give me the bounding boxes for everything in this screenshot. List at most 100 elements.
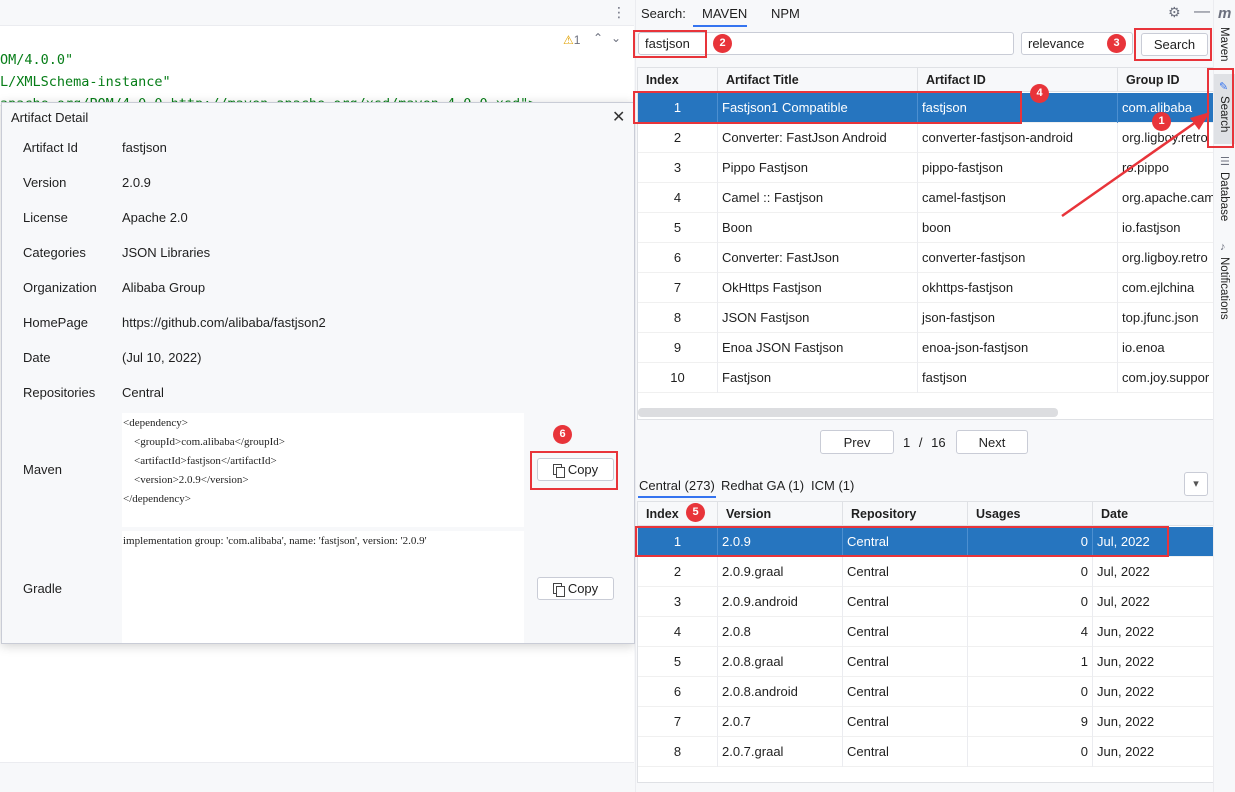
row-index: 3 bbox=[638, 153, 718, 183]
tab-maven[interactable]: MAVEN bbox=[702, 6, 747, 21]
date: Jun, 2022 bbox=[1093, 677, 1213, 707]
artifact-row[interactable]: 3 Pippo Fastjson pippo-fastjson ro.pippo bbox=[638, 153, 1213, 183]
artifact-row[interactable]: 5 Boon boon io.fastjson bbox=[638, 213, 1213, 243]
gradle-label: Gradle bbox=[23, 581, 63, 596]
column-header[interactable]: Repository bbox=[843, 502, 968, 526]
version-row[interactable]: 6 2.0.8.android Central 0 Jun, 2022 bbox=[638, 677, 1213, 707]
version-row[interactable]: 7 2.0.7 Central 9 Jun, 2022 bbox=[638, 707, 1213, 737]
artifact-row[interactable]: 7 OkHttps Fastjson okhttps-fastjson com.ejl… bbox=[638, 273, 1213, 303]
search-label: Search: bbox=[641, 6, 686, 21]
version-row[interactable]: 3 2.0.9.android Central 0 Jul, 2022 bbox=[638, 587, 1213, 617]
artifact-title: JSON Fastjson bbox=[718, 303, 918, 333]
more-options-icon[interactable]: ⋮ bbox=[612, 4, 626, 21]
toolstrip-maven[interactable]: Maven bbox=[1218, 27, 1230, 62]
artifact-title: Enoa JSON Fastjson bbox=[718, 333, 918, 363]
annotation-box-search-input bbox=[633, 30, 707, 58]
artifact-title: Boon bbox=[718, 213, 918, 243]
artifact-row[interactable]: 4 Camel :: Fastjson camel-fastjson org.apac… bbox=[638, 183, 1213, 213]
close-icon[interactable]: ✕ bbox=[612, 107, 625, 127]
detail-value: 2.0.9 bbox=[122, 175, 151, 190]
dialog-title: Artifact Detail bbox=[11, 110, 89, 125]
detail-value: Apache 2.0 bbox=[122, 210, 188, 225]
column-header[interactable]: Date bbox=[1093, 502, 1213, 526]
version-row[interactable]: 8 2.0.7.graal Central 0 Jun, 2022 bbox=[638, 737, 1213, 767]
minimize-icon[interactable]: — bbox=[1194, 3, 1210, 21]
tab-icm[interactable]: ICM (1) bbox=[811, 478, 854, 493]
version: 2.0.9.android bbox=[718, 587, 843, 617]
chevron-down-icon[interactable]: ▾ bbox=[1184, 472, 1208, 496]
annotation-box-search-tool bbox=[1207, 68, 1234, 148]
annotation-badge: 4 bbox=[1030, 84, 1049, 103]
copy-label: Copy bbox=[567, 581, 599, 596]
artifact-id: json-fastjson bbox=[918, 303, 1118, 333]
row-index: 4 bbox=[638, 183, 718, 213]
copy-gradle-button[interactable]: Copy bbox=[537, 577, 614, 600]
column-header[interactable]: Group ID bbox=[1118, 68, 1213, 92]
detail-label: Organization bbox=[23, 280, 97, 295]
maven-label: Maven bbox=[23, 462, 63, 477]
version: 2.0.8.android bbox=[718, 677, 843, 707]
date: Jun, 2022 bbox=[1093, 647, 1213, 677]
column-header[interactable]: Artifact ID bbox=[918, 68, 1118, 92]
column-header[interactable]: Index bbox=[638, 68, 718, 92]
version-row[interactable]: 5 2.0.8.graal Central 1 Jun, 2022 bbox=[638, 647, 1213, 677]
date: Jun, 2022 bbox=[1093, 707, 1213, 737]
artifact-id: converter-fastjson bbox=[918, 243, 1118, 273]
date: Jul, 2022 bbox=[1093, 587, 1213, 617]
artifact-row[interactable]: 8 JSON Fastjson json-fastjson top.jfunc.jso… bbox=[638, 303, 1213, 333]
maven-snippet[interactable]: <dependency> <groupId>com.alibaba</group… bbox=[122, 413, 524, 527]
row-index: 5 bbox=[638, 647, 718, 677]
homepage-link[interactable]: https://github.com/alibaba/fastjson2 bbox=[122, 315, 326, 330]
version-row[interactable]: 4 2.0.8 Central 4 Jun, 2022 bbox=[638, 617, 1213, 647]
artifact-id: boon bbox=[918, 213, 1118, 243]
artifact-row[interactable]: 9 Enoa JSON Fastjson enoa-json-fastjson io.… bbox=[638, 333, 1213, 363]
artifact-row[interactable]: 2 Converter: FastJson Android converter-fa… bbox=[638, 123, 1213, 153]
maven-snippet-line: </dependency> bbox=[123, 493, 191, 505]
annotation-badge: 3 bbox=[1107, 34, 1126, 53]
annotation-box-copy-button bbox=[530, 451, 618, 490]
usages: 9 bbox=[968, 707, 1093, 737]
column-header[interactable]: Version bbox=[718, 502, 843, 526]
chevron-nav-icons[interactable]: ⌃⌄ bbox=[593, 31, 629, 45]
toolstrip-database[interactable]: Database bbox=[1218, 172, 1230, 221]
horizontal-scrollbar[interactable] bbox=[638, 408, 1058, 417]
row-index: 8 bbox=[638, 737, 718, 767]
column-header[interactable]: Artifact Title bbox=[718, 68, 918, 92]
tab-central[interactable]: Central (273) bbox=[639, 478, 715, 493]
artifact-id: enoa-json-fastjson bbox=[918, 333, 1118, 363]
version: 2.0.8.graal bbox=[718, 647, 843, 677]
maven-snippet-line: <artifactId>fastjson</artifactId> bbox=[123, 455, 277, 467]
prev-button[interactable]: Prev bbox=[820, 430, 894, 454]
tab-npm[interactable]: NPM bbox=[771, 6, 800, 21]
version-row[interactable]: 2 2.0.9.graal Central 0 Jul, 2022 bbox=[638, 557, 1213, 587]
column-header[interactable]: Index bbox=[638, 502, 718, 526]
tab-redhat-ga[interactable]: Redhat GA (1) bbox=[721, 478, 804, 493]
annotation-badge: 1 bbox=[1152, 112, 1171, 131]
artifact-row[interactable]: 6 Converter: FastJson converter-fastjson or… bbox=[638, 243, 1213, 273]
column-header[interactable]: Usages bbox=[968, 502, 1093, 526]
detail-label: Date bbox=[23, 350, 51, 365]
gear-icon[interactable]: ⚙ bbox=[1168, 4, 1181, 21]
page-separator: / bbox=[918, 435, 923, 450]
annotation-box-version-row bbox=[635, 526, 1169, 557]
row-index: 5 bbox=[638, 213, 718, 243]
gradle-snippet[interactable]: implementation group: 'com.alibaba', nam… bbox=[122, 531, 524, 643]
page-total: 16 bbox=[931, 435, 946, 450]
artifact-title: OkHttps Fastjson bbox=[718, 273, 918, 303]
next-button[interactable]: Next bbox=[956, 430, 1028, 454]
detail-value: Alibaba Group bbox=[122, 280, 206, 295]
artifact-row[interactable]: 10 Fastjson fastjson com.joy.suppor bbox=[638, 363, 1213, 393]
annotation-box-search-button bbox=[1134, 28, 1212, 61]
editor-tab-bar bbox=[0, 0, 634, 26]
active-tab-indicator bbox=[638, 496, 716, 498]
warning-indicator[interactable]: ⚠1 bbox=[563, 33, 580, 47]
artifact-title: Fastjson bbox=[718, 363, 918, 393]
artifact-id: fastjson bbox=[918, 363, 1118, 393]
detail-label: Version bbox=[23, 175, 67, 190]
version: 2.0.8 bbox=[718, 617, 843, 647]
repository: Central bbox=[843, 677, 968, 707]
toolstrip-notifications[interactable]: Notifications bbox=[1218, 257, 1230, 320]
date: Jul, 2022 bbox=[1093, 557, 1213, 587]
artifact-title: Converter: FastJson bbox=[718, 243, 918, 273]
annotation-badge: 2 bbox=[713, 34, 732, 53]
